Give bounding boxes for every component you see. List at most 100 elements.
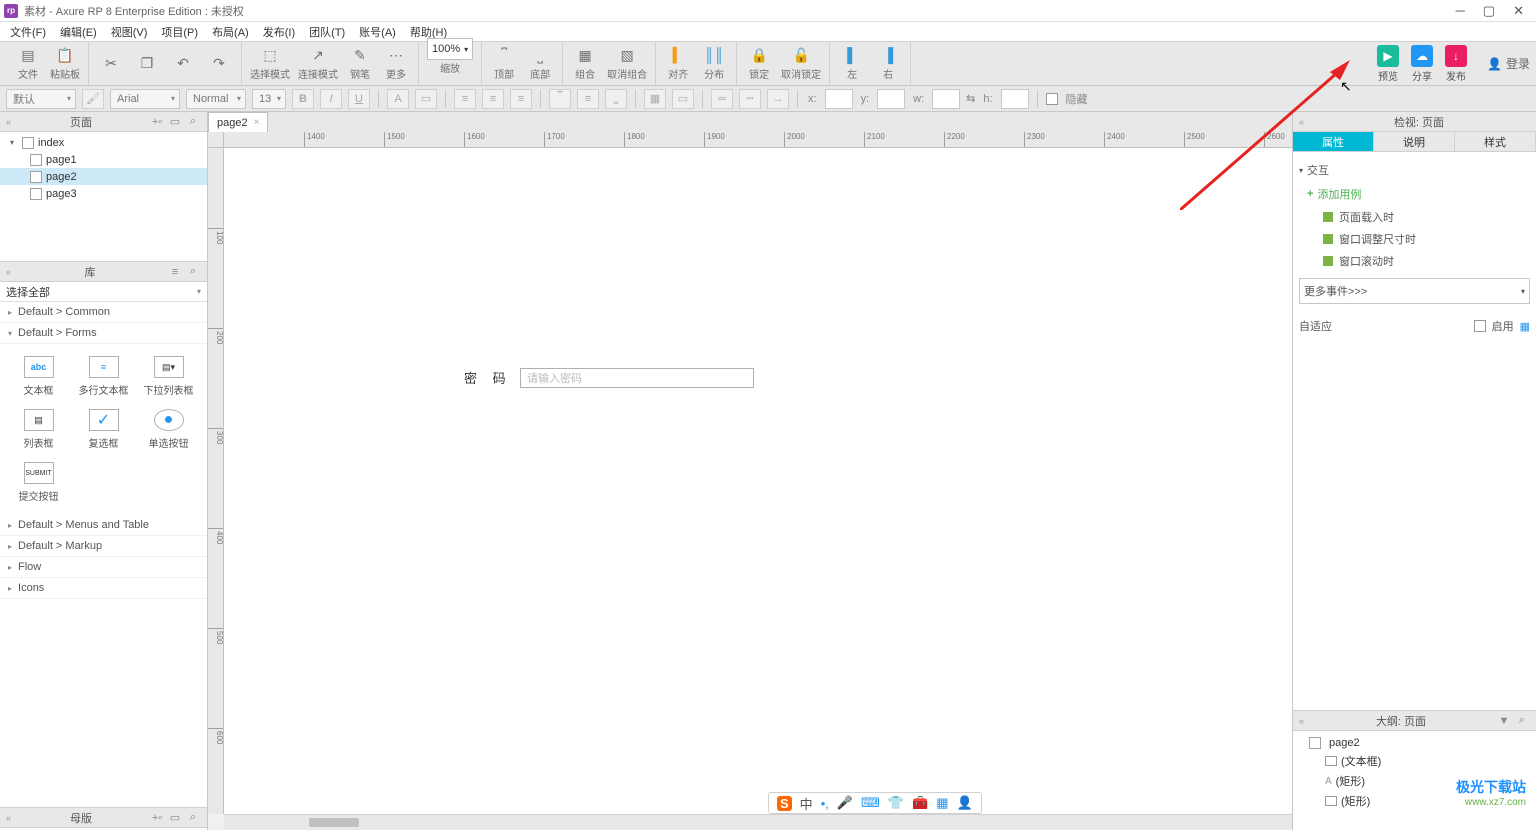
- lib-section-flow[interactable]: ▸Flow: [0, 557, 207, 578]
- copy-button[interactable]: ❐: [133, 55, 161, 73]
- bg-color-button[interactable]: ▭: [415, 89, 437, 109]
- format-painter-button[interactable]: 🖌: [82, 89, 104, 109]
- widget-dropdown[interactable]: ▤▾下拉列表框: [138, 352, 199, 401]
- line-color-button[interactable]: ▭: [672, 89, 694, 109]
- text-color-button[interactable]: A: [387, 89, 409, 109]
- unlock-button[interactable]: 🔓取消锁定: [781, 46, 821, 81]
- collapse-icon[interactable]: «: [6, 267, 11, 277]
- share-button[interactable]: ☁分享: [1411, 45, 1433, 83]
- search-icon[interactable]: ⌕: [185, 810, 201, 826]
- lib-section-forms[interactable]: ▾Default > Forms: [0, 323, 207, 344]
- search-icon[interactable]: ⌕: [185, 114, 201, 130]
- tree-item-index[interactable]: ▾ index: [0, 134, 207, 151]
- fill-button[interactable]: ▦: [644, 89, 666, 109]
- underline-button[interactable]: U: [348, 89, 370, 109]
- search-icon[interactable]: ⌕: [185, 264, 201, 280]
- zoom-select[interactable]: 100%▾: [427, 38, 473, 60]
- align-button[interactable]: ▍对齐: [664, 46, 692, 81]
- menu-team[interactable]: 团队(T): [303, 22, 351, 42]
- h-input[interactable]: [1001, 89, 1029, 109]
- page-tab-page2[interactable]: page2 ×: [208, 112, 268, 132]
- collapse-icon[interactable]: «: [6, 813, 11, 823]
- menu-file[interactable]: 文件(F): [4, 22, 52, 42]
- event-window-scroll[interactable]: 窗口滚动时: [1299, 250, 1530, 272]
- menu-account[interactable]: 账号(A): [353, 22, 402, 42]
- lib-section-icons[interactable]: ▸Icons: [0, 578, 207, 599]
- keyboard-icon[interactable]: ⌨: [861, 795, 880, 811]
- cut-button[interactable]: ✂: [97, 55, 125, 73]
- lock-aspect-icon[interactable]: ⇆: [966, 92, 975, 105]
- password-input[interactable]: 请输入密码: [520, 368, 754, 388]
- redo-button[interactable]: ↷: [205, 55, 233, 73]
- valign-mid-button[interactable]: ≡: [577, 89, 599, 109]
- collapse-icon[interactable]: «: [1299, 716, 1304, 726]
- widget-textfield[interactable]: abc文本框: [8, 352, 69, 401]
- widget-listbox[interactable]: ▤列表框: [8, 405, 69, 454]
- grid-icon[interactable]: ▦: [936, 795, 948, 811]
- size-select[interactable]: 13: [252, 89, 286, 109]
- connect-mode-button[interactable]: ↗连接模式: [298, 46, 338, 81]
- lib-section-common[interactable]: ▸Default > Common: [0, 302, 207, 323]
- right-button[interactable]: ▐右: [874, 46, 902, 81]
- tree-item-page2[interactable]: page2: [0, 168, 207, 185]
- style-select[interactable]: 默认: [6, 89, 76, 109]
- add-folder-icon[interactable]: ▭: [167, 114, 183, 130]
- lib-section-menus[interactable]: ▸Default > Menus and Table: [0, 515, 207, 536]
- menu-icon[interactable]: ≡: [167, 264, 183, 280]
- library-select[interactable]: 选择全部▾: [0, 282, 207, 302]
- menu-publish[interactable]: 发布(I): [257, 22, 301, 42]
- align-center-button[interactable]: ≡: [482, 89, 504, 109]
- maximize-button[interactable]: ▢: [1483, 3, 1495, 19]
- valign-bot-button[interactable]: ⎵: [605, 89, 627, 109]
- outline-item[interactable]: (文本框): [1297, 751, 1532, 771]
- close-tab-icon[interactable]: ×: [254, 117, 260, 128]
- hide-checkbox[interactable]: [1046, 93, 1058, 105]
- preview-button[interactable]: ▶预览: [1377, 45, 1399, 83]
- undo-button[interactable]: ↶: [169, 55, 197, 73]
- filter-icon[interactable]: ▼: [1496, 713, 1512, 729]
- line-width-button[interactable]: ═: [711, 89, 733, 109]
- align-bottom-button[interactable]: ⎵底部: [526, 46, 554, 81]
- canvas[interactable]: 密 码 请输入密码: [224, 148, 1292, 814]
- lock-button[interactable]: 🔒锁定: [745, 46, 773, 81]
- tab-notes[interactable]: 说明: [1374, 132, 1455, 151]
- minimize-button[interactable]: ─: [1456, 3, 1465, 19]
- event-window-resize[interactable]: 窗口调整尺寸时: [1299, 228, 1530, 250]
- scrollbar-horizontal[interactable]: [224, 814, 1292, 830]
- menu-edit[interactable]: 编辑(E): [54, 22, 103, 42]
- menu-view[interactable]: 视图(V): [105, 22, 154, 42]
- align-right-button[interactable]: ≡: [510, 89, 532, 109]
- ime-lang-icon[interactable]: 中: [800, 794, 813, 813]
- event-page-load[interactable]: 页面载入时: [1299, 206, 1530, 228]
- tab-style[interactable]: 样式: [1455, 132, 1536, 151]
- menu-layout[interactable]: 布局(A): [206, 22, 255, 42]
- weight-select[interactable]: Normal: [186, 89, 246, 109]
- chevron-down-icon[interactable]: ▾: [10, 138, 18, 147]
- user-icon[interactable]: 👤: [956, 795, 972, 811]
- interaction-header[interactable]: ▾交互: [1299, 158, 1530, 182]
- w-input[interactable]: [932, 89, 960, 109]
- sogou-icon[interactable]: S: [777, 796, 792, 811]
- add-case-button[interactable]: +添加用例: [1299, 182, 1530, 206]
- tab-properties[interactable]: 属性: [1293, 132, 1374, 151]
- enable-checkbox[interactable]: [1474, 320, 1486, 332]
- line-style-button[interactable]: ┉: [739, 89, 761, 109]
- y-input[interactable]: [877, 89, 905, 109]
- search-icon[interactable]: ⌕: [1514, 713, 1530, 729]
- arrow-button[interactable]: →: [767, 89, 789, 109]
- pen-button[interactable]: ✎钢笔: [346, 46, 374, 81]
- bold-button[interactable]: B: [292, 89, 314, 109]
- file-button[interactable]: ▤文件: [14, 46, 42, 81]
- x-input[interactable]: [825, 89, 853, 109]
- ime-punct-icon[interactable]: •,: [821, 796, 829, 811]
- collapse-icon[interactable]: «: [6, 117, 11, 127]
- italic-button[interactable]: I: [320, 89, 342, 109]
- add-page-icon[interactable]: +▫: [149, 114, 165, 130]
- left-button[interactable]: ▌左: [838, 46, 866, 81]
- widget-textarea[interactable]: ≡多行文本框: [73, 352, 134, 401]
- mic-icon[interactable]: 🎤: [837, 795, 853, 811]
- group-button[interactable]: ▦组合: [571, 46, 599, 81]
- toolbox-icon[interactable]: 🧰: [912, 795, 928, 811]
- clipboard-button[interactable]: 📋粘贴板: [50, 46, 80, 81]
- add-master-icon[interactable]: +▫: [149, 810, 165, 826]
